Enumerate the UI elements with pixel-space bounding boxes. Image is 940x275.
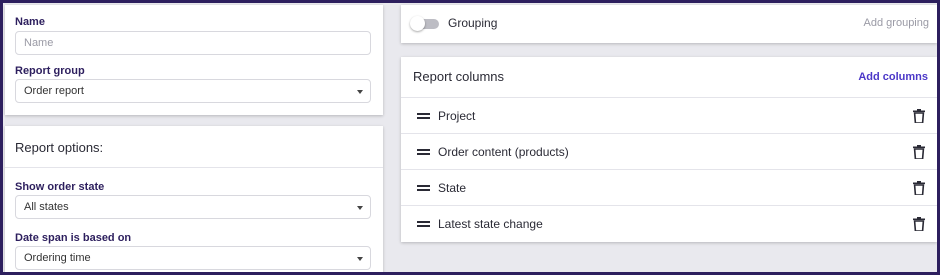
chevron-down-icon	[357, 257, 363, 261]
drag-handle-icon[interactable]	[417, 221, 430, 227]
name-label: Name	[15, 16, 45, 28]
report-columns-card: Report columns Add columns Project Order …	[401, 57, 937, 242]
column-label: State	[438, 181, 467, 195]
report-options-title: Report options:	[15, 140, 104, 155]
add-grouping-button[interactable]: Add grouping	[864, 17, 929, 29]
report-group-value: Order report	[24, 85, 84, 97]
list-item[interactable]: State	[401, 170, 937, 206]
trash-icon[interactable]	[913, 181, 925, 196]
divider	[5, 167, 383, 168]
list-item[interactable]: Order content (products)	[401, 134, 937, 170]
order-state-value: All states	[24, 201, 69, 213]
trash-icon[interactable]	[913, 145, 925, 160]
report-group-label: Report group	[15, 65, 85, 77]
order-state-select[interactable]: All states	[15, 195, 371, 219]
toggle-knob	[410, 16, 425, 31]
column-label: Order content (products)	[438, 145, 569, 159]
grouping-label: Grouping	[448, 16, 498, 30]
list-item[interactable]: Latest state change	[401, 206, 937, 242]
grouping-card: Grouping Add grouping	[401, 5, 937, 43]
list-item[interactable]: Project	[401, 98, 937, 134]
date-span-value: Ordering time	[24, 252, 91, 264]
grouping-toggle[interactable]	[409, 15, 439, 33]
add-columns-button[interactable]: Add columns	[858, 71, 928, 83]
order-state-label: Show order state	[15, 181, 105, 193]
column-label: Latest state change	[438, 217, 543, 231]
column-label: Project	[438, 109, 476, 123]
report-form-card: Name Name Report group Order report	[5, 5, 383, 115]
chevron-down-icon	[357, 90, 363, 94]
trash-icon[interactable]	[913, 217, 925, 232]
chevron-down-icon	[357, 206, 363, 210]
name-input[interactable]: Name	[15, 31, 371, 55]
date-span-label: Date span is based on	[15, 232, 132, 244]
drag-handle-icon[interactable]	[417, 113, 430, 119]
report-group-select[interactable]: Order report	[15, 79, 371, 103]
report-columns-title: Report columns	[413, 69, 505, 84]
date-span-select[interactable]: Ordering time	[15, 246, 371, 270]
drag-handle-icon[interactable]	[417, 185, 430, 191]
drag-handle-icon[interactable]	[417, 149, 430, 155]
report-options-card: Report options: Show order state All sta…	[5, 126, 383, 275]
trash-icon[interactable]	[913, 109, 925, 124]
